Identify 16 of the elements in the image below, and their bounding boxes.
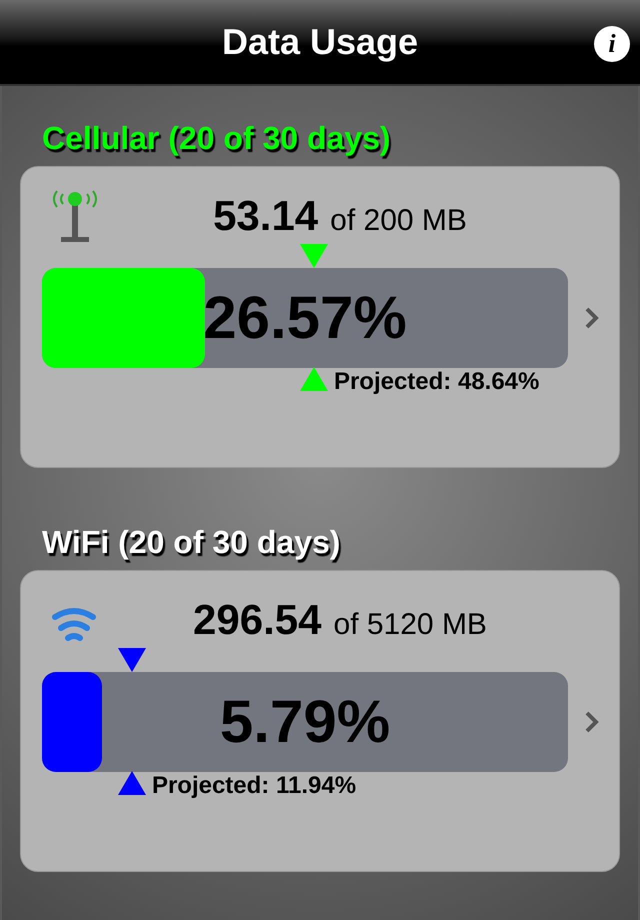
section-title: WiFi (20 of 30 days) [42, 526, 342, 558]
projected-text: Projected: 11.94% [152, 774, 356, 798]
usage-card[interactable]: 296.54 of 5120 MB 5.79% Projected: 11.94% [20, 570, 620, 872]
used-amount: 53.14 [213, 195, 318, 237]
projected-text: Projected: 48.64% [334, 370, 540, 394]
info-button[interactable]: i [594, 26, 630, 62]
used-amount: 296.54 [193, 599, 322, 641]
limit-text: of 5120 MB [334, 610, 487, 640]
percent-text: 5.79% [218, 687, 392, 757]
chevron-right-icon [584, 710, 600, 734]
chevron-right-icon [584, 306, 600, 330]
usage-card[interactable]: 53.14 of 200 MB 26.57% Projected: 48.64% [20, 166, 620, 468]
percent-text: 26.57% [202, 283, 408, 353]
section-title: Cellular (20 of 30 days) [42, 122, 392, 154]
nav-title: Data Usage [222, 20, 418, 64]
limit-text: of 200 MB [330, 206, 467, 236]
